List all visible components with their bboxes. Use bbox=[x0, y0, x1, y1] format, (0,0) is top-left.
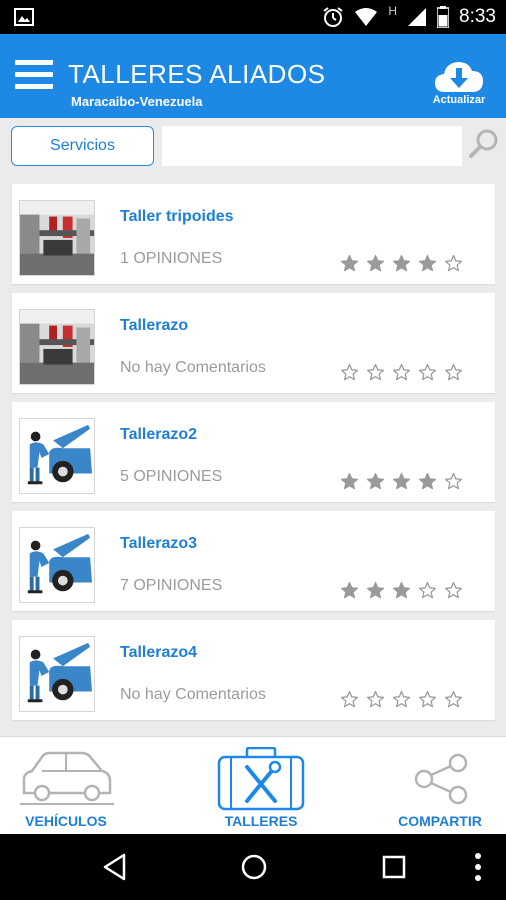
star-filled-icon bbox=[418, 472, 437, 490]
workshop-thumbnail bbox=[19, 309, 95, 385]
system-nav-bar bbox=[0, 834, 506, 900]
home-icon[interactable] bbox=[239, 852, 269, 882]
rating-stars bbox=[340, 690, 463, 709]
workshop-opinions: 5 OPINIONES bbox=[120, 468, 223, 485]
workshop-thumbnail bbox=[19, 527, 95, 603]
star-empty-icon bbox=[444, 472, 463, 490]
star-empty-icon bbox=[444, 363, 463, 381]
status-bar: H 8:33 bbox=[0, 0, 506, 34]
garage-photo-icon bbox=[20, 201, 94, 275]
workshop-name: Tallerazo3 bbox=[120, 535, 198, 552]
star-empty-icon bbox=[340, 690, 359, 708]
location-subtitle: Maracaibo-Venezuela bbox=[71, 94, 203, 109]
star-empty-icon bbox=[392, 690, 411, 708]
star-filled-icon bbox=[340, 581, 359, 599]
workshop-card[interactable]: Taller tripoides 1 OPINIONES bbox=[12, 184, 495, 284]
toolbox-icon bbox=[217, 747, 305, 811]
workshop-name: Tallerazo4 bbox=[120, 644, 198, 661]
tab-label: VEHÍCULOS bbox=[25, 813, 107, 829]
update-button[interactable]: Actualizar bbox=[426, 58, 492, 112]
rating-stars bbox=[340, 254, 463, 273]
star-empty-icon bbox=[366, 690, 385, 708]
recent-apps-icon[interactable] bbox=[381, 854, 407, 880]
star-empty-icon bbox=[418, 363, 437, 381]
network-type-label: H bbox=[388, 4, 398, 18]
star-filled-icon bbox=[366, 581, 385, 599]
workshop-name: Tallerazo2 bbox=[120, 426, 198, 443]
rating-stars bbox=[340, 472, 463, 491]
tab-share[interactable]: COMPARTIR bbox=[374, 737, 506, 835]
star-empty-icon bbox=[340, 363, 359, 381]
workshop-opinions: No hay Comentarios bbox=[120, 359, 266, 376]
rating-stars bbox=[340, 363, 463, 382]
tab-vehicles[interactable]: VEHÍCULOS bbox=[0, 737, 132, 835]
star-empty-icon bbox=[444, 581, 463, 599]
bottom-tab-bar: VEHÍCULOS TALLERES COMPARTIR bbox=[0, 736, 506, 834]
mechanic-icon bbox=[27, 642, 93, 703]
status-right: H 8:33 bbox=[322, 0, 496, 34]
star-filled-icon bbox=[392, 254, 411, 272]
cloud-download-icon bbox=[435, 62, 483, 92]
share-icon bbox=[414, 753, 468, 805]
star-filled-icon bbox=[392, 581, 411, 599]
workshop-card[interactable]: Tallerazo2 5 OPINIONES bbox=[12, 402, 495, 502]
wifi-icon bbox=[355, 8, 378, 26]
star-filled-icon bbox=[366, 472, 385, 490]
star-filled-icon bbox=[340, 254, 359, 272]
star-empty-icon bbox=[444, 254, 463, 272]
rating-stars bbox=[340, 581, 463, 600]
mechanic-icon bbox=[27, 424, 93, 485]
star-filled-icon bbox=[418, 254, 437, 272]
filter-bar: Servicios bbox=[0, 118, 506, 174]
workshop-name: Taller tripoides bbox=[120, 208, 234, 225]
search-icon[interactable] bbox=[466, 126, 502, 162]
more-vert-icon[interactable] bbox=[474, 852, 482, 882]
garage-photo-icon bbox=[20, 310, 94, 384]
update-label: Actualizar bbox=[432, 94, 486, 106]
workshop-thumbnail bbox=[19, 636, 95, 712]
services-button[interactable]: Servicios bbox=[11, 126, 154, 166]
search-input[interactable] bbox=[162, 126, 462, 166]
tab-label: TALLERES bbox=[224, 813, 298, 829]
workshop-opinions: 7 OPINIONES bbox=[120, 577, 223, 594]
workshop-thumbnail bbox=[19, 418, 95, 494]
star-empty-icon bbox=[366, 363, 385, 381]
clock: 8:33 bbox=[459, 6, 496, 27]
star-empty-icon bbox=[418, 690, 437, 708]
workshop-opinions: No hay Comentarios bbox=[120, 686, 266, 703]
star-filled-icon bbox=[366, 254, 385, 272]
signal-icon bbox=[408, 8, 427, 26]
workshop-opinions: 1 OPINIONES bbox=[120, 250, 223, 267]
page-title: TALLERES ALIADOS bbox=[68, 59, 326, 89]
star-filled-icon bbox=[392, 472, 411, 490]
tab-label: COMPARTIR bbox=[398, 813, 482, 829]
workshop-name: Tallerazo bbox=[120, 317, 189, 334]
image-notification-icon bbox=[14, 8, 34, 26]
mechanic-icon bbox=[27, 533, 93, 594]
menu-icon[interactable] bbox=[15, 60, 53, 90]
star-empty-icon bbox=[392, 363, 411, 381]
workshop-card[interactable]: Tallerazo No hay Comentarios bbox=[12, 293, 495, 393]
battery-icon bbox=[437, 6, 450, 28]
star-filled-icon bbox=[340, 472, 359, 490]
alarm-icon bbox=[323, 7, 343, 27]
star-empty-icon bbox=[418, 581, 437, 599]
star-empty-icon bbox=[444, 690, 463, 708]
app-screen: H 8:33 TALLERES ALIADOS Maracaibo-Venezu… bbox=[0, 0, 506, 900]
workshop-card[interactable]: Tallerazo4 No hay Comentarios bbox=[12, 620, 495, 720]
tab-workshops[interactable]: TALLERES bbox=[195, 737, 327, 835]
back-icon[interactable] bbox=[102, 852, 128, 882]
workshop-thumbnail bbox=[19, 200, 95, 276]
workshop-card[interactable]: Tallerazo3 7 OPINIONES bbox=[12, 511, 495, 611]
app-header: TALLERES ALIADOS Maracaibo-Venezuela Act… bbox=[0, 34, 506, 118]
car-icon bbox=[20, 751, 114, 805]
